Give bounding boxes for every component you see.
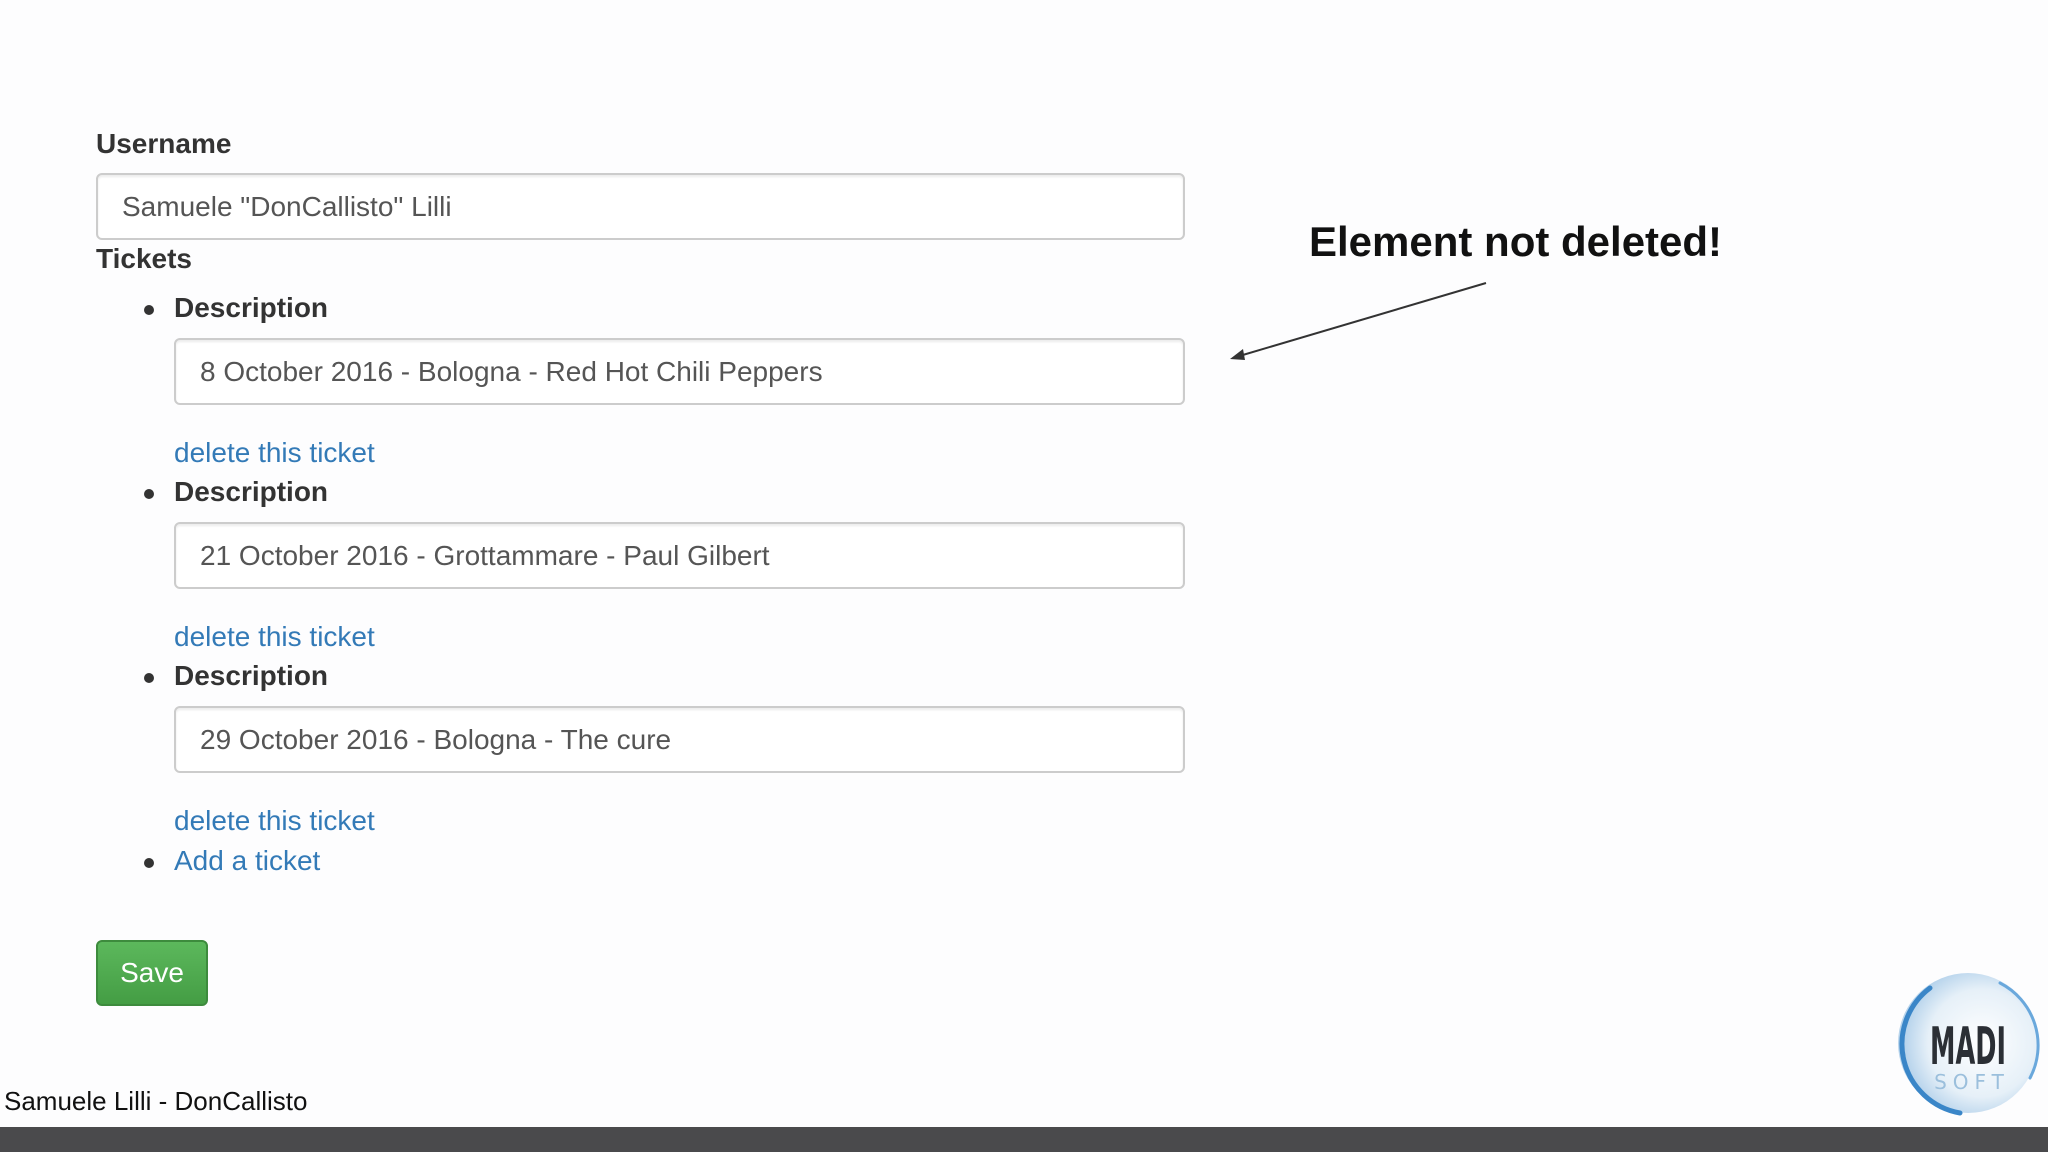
logo-line2: SOFT [1934,1070,2010,1094]
logo-line1: MADI [1930,1017,2006,1077]
footer-bar [0,1127,2048,1152]
madi-soft-logo: MADI SOFT [1898,973,2040,1116]
annotation-arrow-icon [1230,282,1487,360]
slide: Username Tickets Description delete this… [0,0,2048,1152]
footer-author: Samuele Lilli - DonCallisto [4,1086,308,1116]
